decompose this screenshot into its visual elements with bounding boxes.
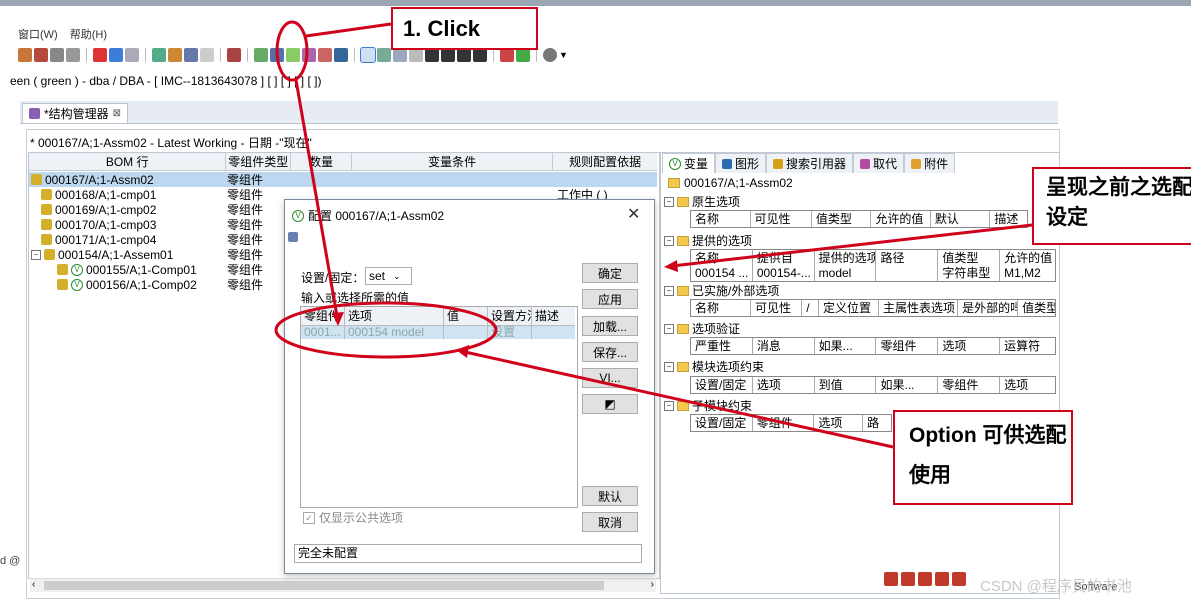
click-callout: 1. Click <box>391 7 538 50</box>
click-to-dialog-arrow <box>294 79 340 323</box>
left-edge-text: d @ <box>0 555 21 567</box>
option-callout: Option 可供选配使用 <box>893 410 1073 505</box>
option-callout-arrow <box>464 350 894 449</box>
annotation-overlay <box>274 20 1033 449</box>
click-highlight-ellipse <box>275 20 309 82</box>
click-callout-arrow <box>305 22 392 38</box>
present-callout: 呈现之前之选配设定 <box>1032 167 1191 245</box>
watermark: CSDN @程序员的书池 <box>980 578 1132 595</box>
arrowhead-icon <box>664 260 678 272</box>
arrowhead-icon <box>332 312 344 326</box>
present-callout-arrow <box>671 223 1033 268</box>
